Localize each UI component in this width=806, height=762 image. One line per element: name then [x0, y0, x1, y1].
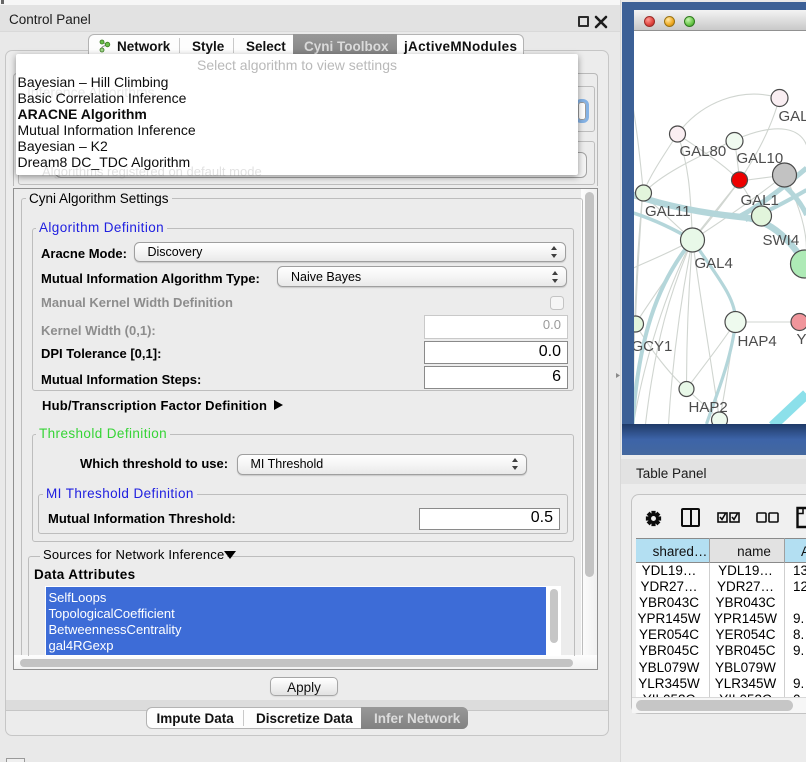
- svg-text:HAP4: HAP4: [737, 333, 776, 350]
- svg-text:GAL80: GAL80: [679, 143, 726, 160]
- svg-text:GAL10: GAL10: [736, 150, 783, 167]
- svg-text:SWI4: SWI4: [762, 232, 799, 249]
- svg-text:GAL4: GAL4: [694, 255, 732, 272]
- svg-text:Y: Y: [796, 331, 806, 348]
- svg-text:GAL8: GAL8: [778, 108, 806, 125]
- svg-text:GAL11: GAL11: [645, 203, 691, 220]
- svg-text:GCY1: GCY1: [634, 338, 672, 355]
- svg-text:HAP2: HAP2: [688, 399, 727, 416]
- svg-text:GAL1: GAL1: [740, 192, 778, 209]
